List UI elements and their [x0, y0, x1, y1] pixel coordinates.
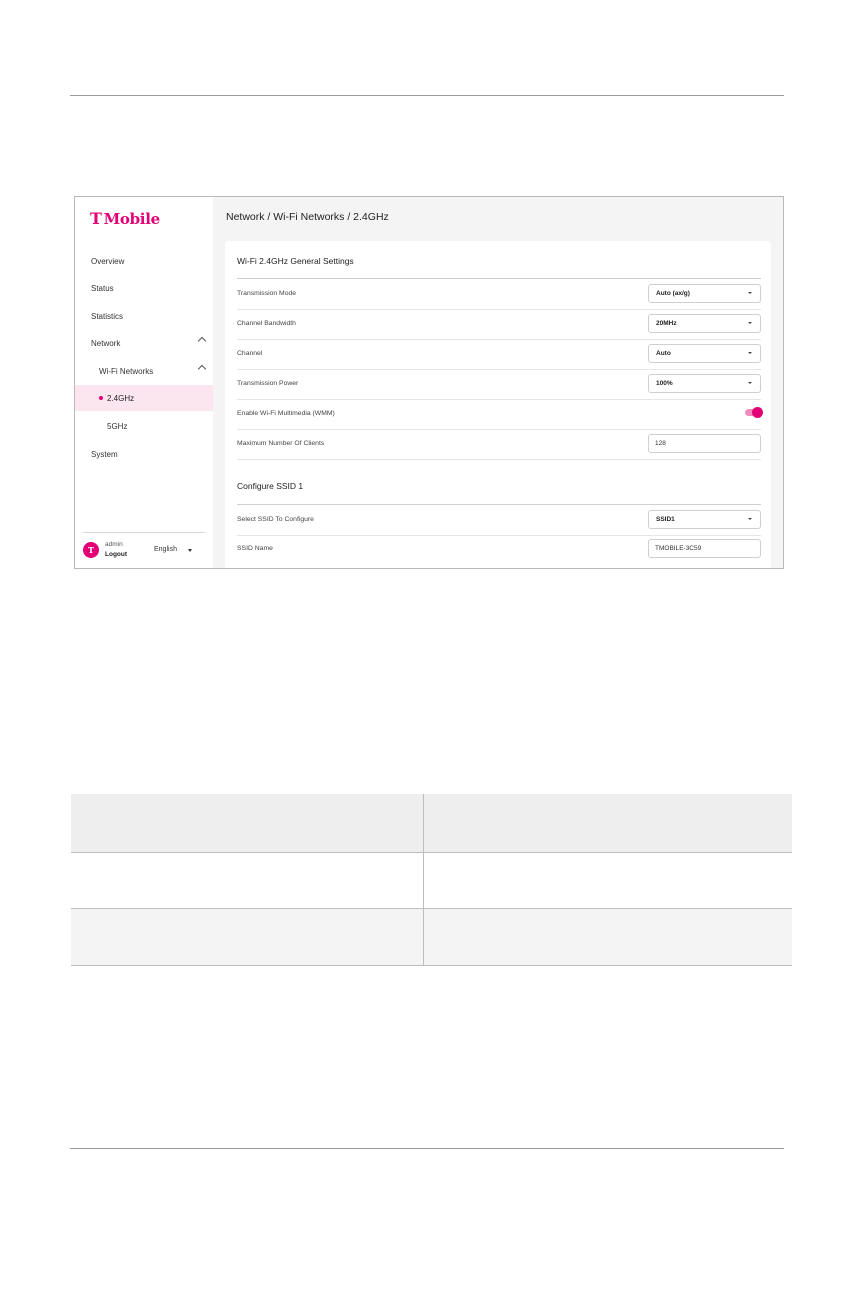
sidebar-item-label: Network — [91, 338, 121, 348]
router-ui-screenshot: T Mobile Overview Status Statistics Netwo… — [74, 196, 784, 569]
select-value: SSID1 — [656, 516, 675, 523]
sidebar-item-network[interactable]: Network — [75, 330, 213, 356]
channel-row: Channel Auto — [237, 339, 761, 370]
select-value: 20MHz — [656, 320, 677, 327]
page-top-rule — [70, 95, 784, 96]
channel-bandwidth-select[interactable]: 20MHz — [648, 314, 761, 333]
sidebar-item-label: Status — [91, 283, 114, 293]
input-value: TMOBILE-3C59 — [655, 545, 702, 552]
row-label: Enable Wi-Fi Multimedia (WMM) — [237, 410, 335, 417]
table-cell — [424, 908, 792, 965]
sidebar-item-statistics[interactable]: Statistics — [75, 303, 213, 329]
caret-down-icon — [748, 352, 752, 354]
row-label: Select SSID To Configure — [237, 516, 314, 523]
sidebar-item-label: Statistics — [91, 311, 124, 321]
sidebar: T Mobile Overview Status Statistics Netwo… — [75, 197, 213, 568]
brand-logo[interactable]: T Mobile — [90, 209, 160, 228]
caret-down-icon — [748, 292, 752, 294]
sidebar-item-5ghz[interactable]: 5GHz — [75, 413, 213, 439]
settings-card: Wi-Fi 2.4GHz General Settings Transmissi… — [225, 241, 771, 568]
table-column-divider — [423, 794, 424, 965]
sidebar-item-label: Wi-Fi Networks — [99, 366, 154, 376]
row-label: Maximum Number Of Clients — [237, 440, 325, 447]
channel-select[interactable]: Auto — [648, 344, 761, 363]
row-label: SSID Name — [237, 545, 273, 552]
configure-ssid-title: Configure SSID 1 — [237, 481, 304, 491]
select-value: Auto — [656, 350, 671, 357]
ssid-select[interactable]: SSID1 — [648, 510, 761, 529]
general-settings-title: Wi-Fi 2.4GHz General Settings — [237, 256, 354, 266]
table-header-row — [71, 794, 792, 852]
chevron-up-icon — [197, 364, 207, 374]
sidebar-item-system[interactable]: System — [75, 441, 213, 467]
table-cell — [71, 852, 423, 908]
select-value: Auto (ax/g) — [656, 290, 690, 297]
table-row — [71, 908, 792, 965]
caret-down-icon[interactable] — [188, 549, 192, 552]
table-header-cell — [424, 794, 792, 852]
transmission-mode-row: Transmission Mode Auto (ax/g) — [237, 278, 761, 310]
sidebar-divider — [83, 532, 205, 533]
transmission-power-select[interactable]: 100% — [648, 374, 761, 393]
caret-down-icon — [748, 518, 752, 520]
wmm-row: Enable Wi-Fi Multimedia (WMM) — [237, 399, 763, 430]
table-bottom-border — [71, 965, 792, 966]
active-dot-icon — [99, 396, 103, 400]
ssid-name-input[interactable]: TMOBILE-3C59 — [648, 539, 761, 558]
table-cell — [71, 908, 423, 965]
row-label: Channel — [237, 350, 263, 357]
select-ssid-row: Select SSID To Configure SSID1 — [237, 504, 761, 536]
table-cell — [424, 852, 792, 908]
sidebar-item-label: System — [91, 449, 118, 459]
sidebar-item-wifi-networks[interactable]: Wi-Fi Networks — [75, 358, 213, 384]
sidebar-item-2-4ghz[interactable]: 2.4GHz — [75, 385, 213, 411]
sidebar-item-status[interactable]: Status — [75, 275, 213, 301]
table-header-cell — [71, 794, 423, 852]
caret-down-icon — [748, 322, 752, 324]
transmission-mode-select[interactable]: Auto (ax/g) — [648, 284, 761, 303]
toggle-knob — [752, 407, 763, 418]
breadcrumb: Network / Wi-Fi Networks / 2.4GHz — [226, 211, 389, 223]
caret-down-icon — [748, 382, 752, 384]
row-label: Channel Bandwidth — [237, 320, 296, 327]
input-value: 128 — [655, 440, 666, 447]
chevron-up-icon — [197, 336, 207, 346]
table-divider — [71, 908, 792, 909]
language-select[interactable]: English — [154, 546, 177, 553]
row-label: Transmission Power — [237, 380, 299, 387]
max-clients-input[interactable]: 128 — [648, 434, 761, 453]
row-label: Transmission Mode — [237, 290, 297, 297]
table-row — [71, 852, 792, 908]
logout-link[interactable]: Logout — [105, 551, 127, 558]
max-clients-row: Maximum Number Of Clients 128 — [237, 429, 761, 460]
transmission-power-row: Transmission Power 100% — [237, 369, 761, 400]
table-divider — [71, 852, 792, 853]
sidebar-item-label: Overview — [91, 256, 125, 266]
sidebar-item-label: 2.4GHz — [107, 393, 135, 403]
avatar: T — [83, 542, 99, 558]
sidebar-item-label: 5GHz — [107, 421, 128, 431]
brand-name: Mobile — [103, 210, 161, 228]
sidebar-item-overview[interactable]: Overview — [75, 248, 213, 274]
page-bottom-rule — [70, 1148, 784, 1149]
channel-bandwidth-row: Channel Bandwidth 20MHz — [237, 309, 761, 340]
user-name: admin — [105, 541, 123, 548]
ssid-name-row: SSID Name TMOBILE-3C59 — [237, 534, 761, 564]
t-logo-icon: T — [90, 209, 102, 228]
select-value: 100% — [656, 380, 673, 387]
wmm-toggle[interactable] — [745, 407, 763, 418]
